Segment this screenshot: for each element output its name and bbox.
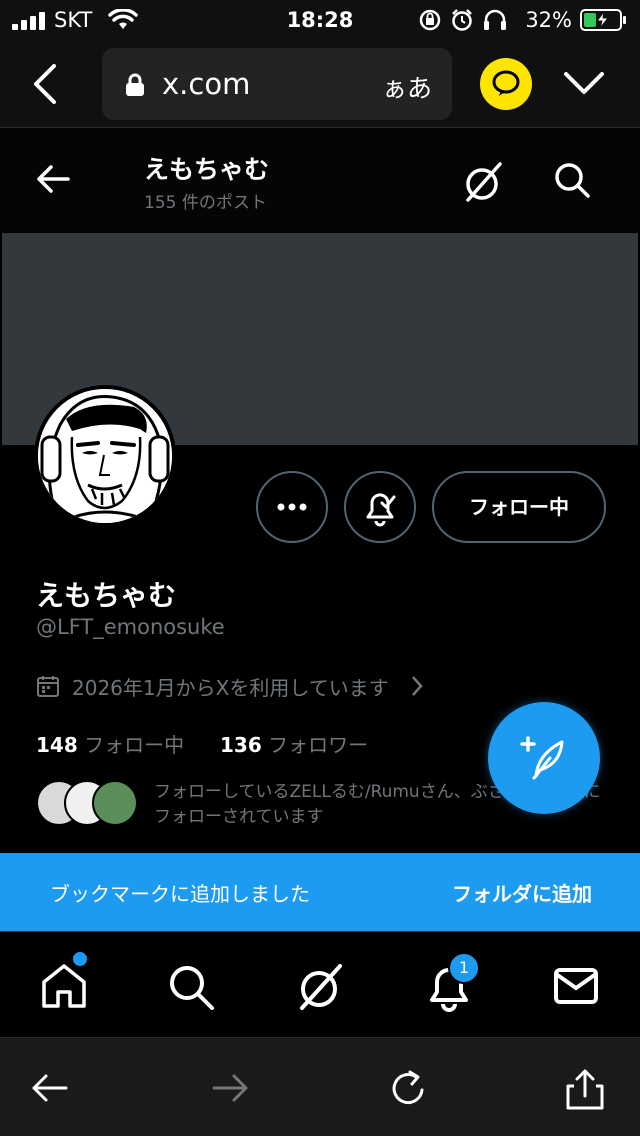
- battery-percent: 32%: [525, 8, 572, 32]
- profile-top-bar: えもちゃむ 155 件のポスト: [0, 128, 640, 232]
- kakao-talk-button[interactable]: [480, 58, 532, 110]
- reload-icon[interactable]: [388, 1068, 430, 1110]
- share-icon[interactable]: [564, 1068, 606, 1110]
- add-to-folder-button[interactable]: フォルダに追加: [452, 878, 592, 907]
- browser-close-back-icon[interactable]: [28, 62, 60, 106]
- search-tab-icon[interactable]: [166, 962, 216, 1012]
- status-bar: SKT 18:28 32%: [0, 0, 640, 40]
- more-options-button[interactable]: [256, 471, 328, 543]
- lock-icon: [126, 73, 144, 96]
- followers-label: フォロワー: [268, 733, 369, 757]
- notification-badge: 1: [448, 952, 480, 984]
- address-field[interactable]: x.com ぁあ: [102, 48, 452, 120]
- chevron-right-icon: [412, 676, 423, 696]
- bookmark-toast: ブックマークに追加しました フォルダに追加: [0, 853, 640, 931]
- back-arrow-icon[interactable]: [36, 164, 70, 194]
- speech-bubble-icon: [492, 70, 520, 96]
- browser-url-bar: x.com ぁあ: [0, 40, 640, 128]
- home-icon[interactable]: [40, 962, 88, 1010]
- following-link[interactable]: 148 フォロー中: [36, 733, 184, 757]
- bottom-tab-bar: 1: [0, 931, 640, 1037]
- search-icon[interactable]: [552, 160, 592, 200]
- followers-count: 136: [220, 733, 262, 757]
- messages-tab-icon[interactable]: [552, 962, 600, 1010]
- alarm-icon: [452, 9, 472, 31]
- avatar-illustration: [38, 389, 172, 523]
- url-text: x.com: [162, 67, 251, 101]
- browser-forward-icon[interactable]: [210, 1068, 250, 1108]
- calendar-icon: [37, 676, 59, 697]
- feather-plus-icon: [520, 736, 564, 780]
- chevron-down-icon[interactable]: [562, 70, 606, 98]
- header-post-count: 155 件のポスト: [144, 193, 267, 213]
- toast-message: ブックマークに追加しました: [50, 882, 310, 906]
- battery-icon: [580, 9, 626, 31]
- rotation-lock-icon: [419, 9, 441, 31]
- following-label: フォロー中: [84, 733, 185, 757]
- follower-avatar: [92, 780, 138, 826]
- profile-avatar[interactable]: [34, 385, 176, 527]
- profile-handle: @LFT_emonosuke: [36, 615, 225, 639]
- ellipsis-icon: [277, 503, 307, 511]
- joined-date-text: 2026年1月からXを利用しています: [72, 676, 389, 700]
- text-size-button[interactable]: ぁあ: [382, 69, 432, 105]
- compose-post-button[interactable]: [488, 702, 600, 814]
- followers-link[interactable]: 136 フォロワー: [220, 729, 368, 758]
- browser-toolbar: [0, 1037, 640, 1136]
- header-profile-name: えもちゃむ: [144, 155, 270, 184]
- home-unread-dot: [73, 952, 87, 966]
- browser-back-icon[interactable]: [30, 1068, 70, 1108]
- following-count: 148: [36, 733, 78, 757]
- profile-display-name: えもちゃむ: [36, 579, 177, 612]
- status-icons: [419, 9, 506, 31]
- grok-tab-icon[interactable]: [296, 962, 346, 1012]
- follow-stats: 148 フォロー中 136 フォロワー: [36, 729, 368, 758]
- bell-check-icon: [366, 493, 396, 527]
- following-button[interactable]: フォロー中: [432, 471, 606, 543]
- headphones-icon: [484, 9, 506, 30]
- grok-icon[interactable]: [462, 160, 506, 204]
- notifications-subscribe-button[interactable]: [344, 471, 416, 543]
